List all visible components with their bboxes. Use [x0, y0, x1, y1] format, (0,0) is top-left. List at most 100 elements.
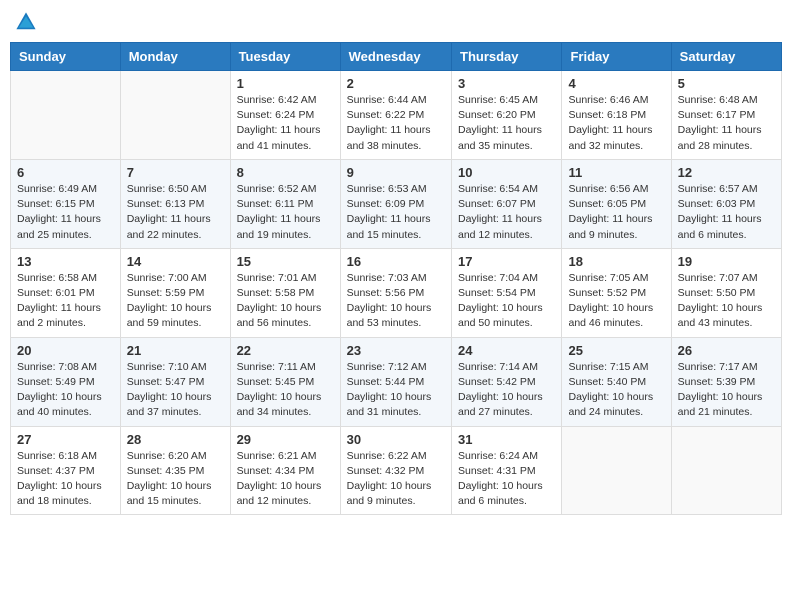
calendar-cell: 9 Sunrise: 6:53 AMSunset: 6:09 PMDaylight…: [340, 159, 451, 248]
day-info: Sunrise: 6:46 AMSunset: 6:18 PMDaylight:…: [568, 93, 664, 154]
calendar-cell: 12 Sunrise: 6:57 AMSunset: 6:03 PMDayligh…: [671, 159, 781, 248]
calendar-cell: 17 Sunrise: 7:04 AMSunset: 5:54 PMDayligh…: [452, 248, 562, 337]
day-info: Sunrise: 6:48 AMSunset: 6:17 PMDaylight:…: [678, 93, 775, 154]
calendar-cell: 3 Sunrise: 6:45 AMSunset: 6:20 PMDaylight…: [452, 71, 562, 160]
day-info: Sunrise: 7:05 AMSunset: 5:52 PMDaylight:…: [568, 271, 664, 332]
calendar-cell: 16 Sunrise: 7:03 AMSunset: 5:56 PMDayligh…: [340, 248, 451, 337]
calendar-cell: 29Sunrise: 6:21 AMSunset: 4:34 PMDayligh…: [230, 426, 340, 515]
weekday-header-sunday: Sunday: [11, 43, 121, 71]
calendar-cell: 22Sunrise: 7:11 AMSunset: 5:45 PMDayligh…: [230, 337, 340, 426]
day-info: Sunrise: 6:58 AMSunset: 6:01 PMDaylight:…: [17, 271, 114, 332]
day-number: 10: [458, 165, 555, 180]
day-number: 17: [458, 254, 555, 269]
day-info: Sunrise: 6:57 AMSunset: 6:03 PMDaylight:…: [678, 182, 775, 243]
calendar-cell: 2 Sunrise: 6:44 AMSunset: 6:22 PMDaylight…: [340, 71, 451, 160]
day-number: 21: [127, 343, 224, 358]
calendar-cell: 14 Sunrise: 7:00 AMSunset: 5:59 PMDayligh…: [120, 248, 230, 337]
day-number: 31: [458, 432, 555, 447]
calendar-cell: 20 Sunrise: 7:08 AMSunset: 5:49 PMDayligh…: [11, 337, 121, 426]
day-number: 4: [568, 76, 664, 91]
calendar-cell: 10 Sunrise: 6:54 AMSunset: 6:07 PMDayligh…: [452, 159, 562, 248]
day-info: Sunrise: 7:12 AMSunset: 5:44 PMDaylight:…: [347, 360, 445, 421]
calendar-cell: 8 Sunrise: 6:52 AMSunset: 6:11 PMDaylight…: [230, 159, 340, 248]
day-number: 12: [678, 165, 775, 180]
day-info: Sunrise: 6:24 AMSunset: 4:31 PMDaylight:…: [458, 449, 555, 510]
day-number: 30: [347, 432, 445, 447]
day-number: 8: [237, 165, 334, 180]
day-info: Sunrise: 6:52 AMSunset: 6:11 PMDaylight:…: [237, 182, 334, 243]
day-number: 6: [17, 165, 114, 180]
calendar-week-row: 27Sunrise: 6:18 AMSunset: 4:37 PMDayligh…: [11, 426, 782, 515]
calendar-cell: 31 Sunrise: 6:24 AMSunset: 4:31 PMDayligh…: [452, 426, 562, 515]
day-info: Sunrise: 6:45 AMSunset: 6:20 PMDaylight:…: [458, 93, 555, 154]
calendar-cell: [671, 426, 781, 515]
day-number: 9: [347, 165, 445, 180]
day-info: Sunrise: 7:10 AMSunset: 5:47 PMDaylight:…: [127, 360, 224, 421]
day-number: 1: [237, 76, 334, 91]
day-number: 13: [17, 254, 114, 269]
day-info: Sunrise: 6:53 AMSunset: 6:09 PMDaylight:…: [347, 182, 445, 243]
day-info: Sunrise: 6:21 AMSunset: 4:34 PMDaylight:…: [237, 449, 334, 510]
day-info: Sunrise: 7:07 AMSunset: 5:50 PMDaylight:…: [678, 271, 775, 332]
calendar-cell: 24 Sunrise: 7:14 AMSunset: 5:42 PMDayligh…: [452, 337, 562, 426]
day-number: 2: [347, 76, 445, 91]
weekday-header-saturday: Saturday: [671, 43, 781, 71]
day-info: Sunrise: 7:03 AMSunset: 5:56 PMDaylight:…: [347, 271, 445, 332]
calendar-week-row: 6 Sunrise: 6:49 AMSunset: 6:15 PMDaylight…: [11, 159, 782, 248]
calendar-cell: 15Sunrise: 7:01 AMSunset: 5:58 PMDayligh…: [230, 248, 340, 337]
day-info: Sunrise: 7:00 AMSunset: 5:59 PMDaylight:…: [127, 271, 224, 332]
day-info: Sunrise: 6:50 AMSunset: 6:13 PMDaylight:…: [127, 182, 224, 243]
day-info: Sunrise: 7:15 AMSunset: 5:40 PMDaylight:…: [568, 360, 664, 421]
calendar-cell: 7 Sunrise: 6:50 AMSunset: 6:13 PMDaylight…: [120, 159, 230, 248]
day-info: Sunrise: 6:49 AMSunset: 6:15 PMDaylight:…: [17, 182, 114, 243]
day-info: Sunrise: 6:42 AMSunset: 6:24 PMDaylight:…: [237, 93, 334, 154]
calendar-cell: 11 Sunrise: 6:56 AMSunset: 6:05 PMDayligh…: [562, 159, 671, 248]
day-number: 20: [17, 343, 114, 358]
calendar-cell: 27Sunrise: 6:18 AMSunset: 4:37 PMDayligh…: [11, 426, 121, 515]
day-number: 18: [568, 254, 664, 269]
logo-icon: [14, 10, 38, 34]
day-info: Sunrise: 6:22 AMSunset: 4:32 PMDaylight:…: [347, 449, 445, 510]
day-info: Sunrise: 6:44 AMSunset: 6:22 PMDaylight:…: [347, 93, 445, 154]
day-number: 24: [458, 343, 555, 358]
calendar-cell: 26 Sunrise: 7:17 AMSunset: 5:39 PMDayligh…: [671, 337, 781, 426]
day-number: 14: [127, 254, 224, 269]
day-number: 3: [458, 76, 555, 91]
day-info: Sunrise: 6:54 AMSunset: 6:07 PMDaylight:…: [458, 182, 555, 243]
calendar-cell: 28 Sunrise: 6:20 AMSunset: 4:35 PMDayligh…: [120, 426, 230, 515]
day-number: 11: [568, 165, 664, 180]
weekday-header-wednesday: Wednesday: [340, 43, 451, 71]
calendar-cell: 25 Sunrise: 7:15 AMSunset: 5:40 PMDayligh…: [562, 337, 671, 426]
day-number: 27: [17, 432, 114, 447]
calendar-table: SundayMondayTuesdayWednesdayThursdayFrid…: [10, 42, 782, 515]
logo: [14, 10, 42, 34]
calendar-cell: 21 Sunrise: 7:10 AMSunset: 5:47 PMDayligh…: [120, 337, 230, 426]
day-number: 26: [678, 343, 775, 358]
page-header: [10, 10, 782, 34]
calendar-week-row: 1 Sunrise: 6:42 AMSunset: 6:24 PMDaylight…: [11, 71, 782, 160]
day-number: 7: [127, 165, 224, 180]
weekday-header-tuesday: Tuesday: [230, 43, 340, 71]
day-number: 19: [678, 254, 775, 269]
day-info: Sunrise: 7:04 AMSunset: 5:54 PMDaylight:…: [458, 271, 555, 332]
weekday-header-row: SundayMondayTuesdayWednesdayThursdayFrid…: [11, 43, 782, 71]
day-number: 25: [568, 343, 664, 358]
day-number: 16: [347, 254, 445, 269]
calendar-cell: [11, 71, 121, 160]
calendar-week-row: 13 Sunrise: 6:58 AMSunset: 6:01 PMDayligh…: [11, 248, 782, 337]
weekday-header-friday: Friday: [562, 43, 671, 71]
calendar-cell: 19 Sunrise: 7:07 AMSunset: 5:50 PMDayligh…: [671, 248, 781, 337]
day-number: 28: [127, 432, 224, 447]
day-info: Sunrise: 7:01 AMSunset: 5:58 PMDaylight:…: [237, 271, 334, 332]
day-info: Sunrise: 6:56 AMSunset: 6:05 PMDaylight:…: [568, 182, 664, 243]
day-info: Sunrise: 7:14 AMSunset: 5:42 PMDaylight:…: [458, 360, 555, 421]
calendar-cell: 18 Sunrise: 7:05 AMSunset: 5:52 PMDayligh…: [562, 248, 671, 337]
day-info: Sunrise: 7:11 AMSunset: 5:45 PMDaylight:…: [237, 360, 334, 421]
calendar-cell: [120, 71, 230, 160]
calendar-cell: 1 Sunrise: 6:42 AMSunset: 6:24 PMDaylight…: [230, 71, 340, 160]
day-info: Sunrise: 7:17 AMSunset: 5:39 PMDaylight:…: [678, 360, 775, 421]
day-number: 5: [678, 76, 775, 91]
day-info: Sunrise: 7:08 AMSunset: 5:49 PMDaylight:…: [17, 360, 114, 421]
calendar-cell: 30 Sunrise: 6:22 AMSunset: 4:32 PMDayligh…: [340, 426, 451, 515]
day-info: Sunrise: 6:20 AMSunset: 4:35 PMDaylight:…: [127, 449, 224, 510]
